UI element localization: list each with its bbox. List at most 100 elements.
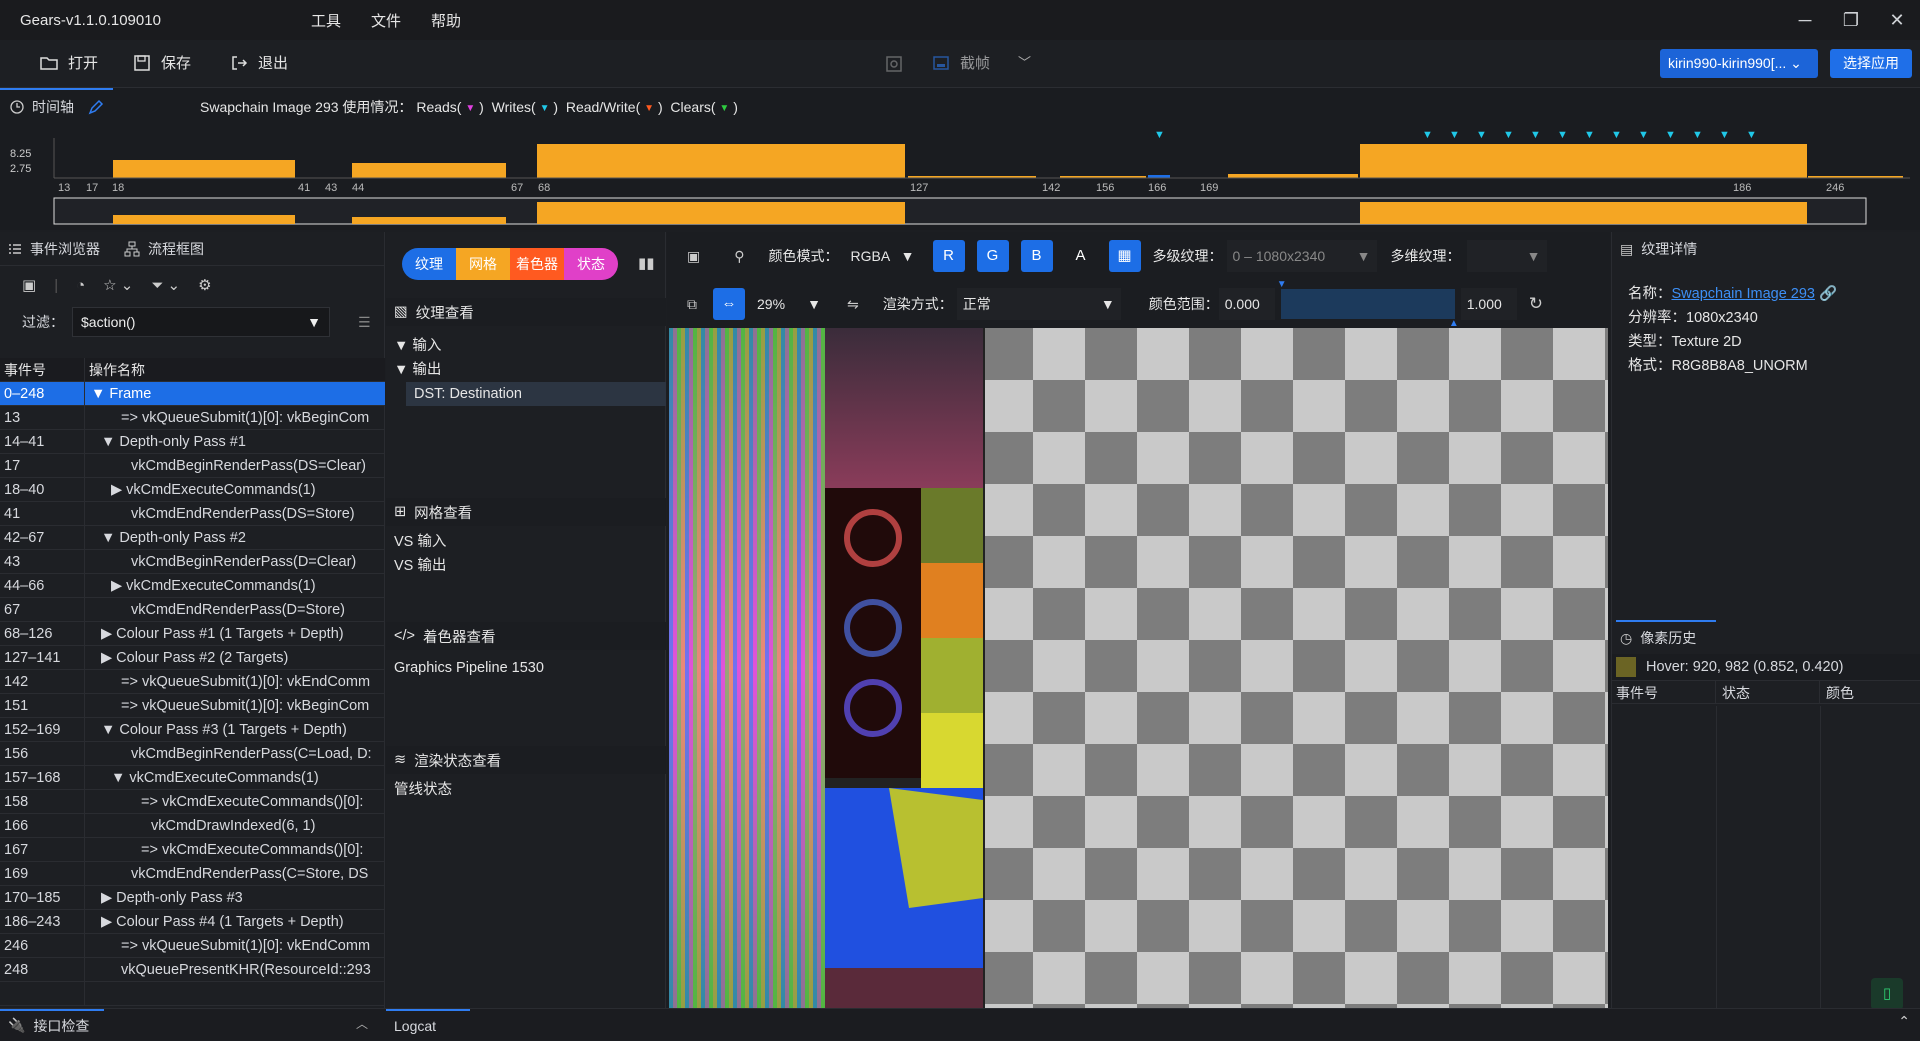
table-row[interactable]: 151 => vkQueueSubmit(1)[0]: vkBeginCom [0,694,385,718]
channel-a-toggle[interactable]: A [1065,240,1097,272]
exit-button[interactable]: 退出 [230,52,288,73]
state-view-header[interactable]: ≋ 渲染状态查看 [386,746,666,774]
write-marker[interactable]: ▼ [1154,129,1165,141]
tab-state[interactable]: 状态 [564,248,618,280]
screenshot-icon[interactable] [885,55,903,73]
write-marker[interactable]: ▼ [1530,129,1541,141]
mesh-view-header[interactable]: ⊞ 网格查看 [386,498,666,526]
chevron-down-icon[interactable]: ﹀ [1018,52,1031,71]
write-marker[interactable]: ▼ [1611,129,1622,141]
texture-canvas[interactable] [669,328,1608,1008]
channel-g-toggle[interactable]: G [976,240,1009,272]
write-marker[interactable]: ▼ [1719,129,1730,141]
tab-api-check[interactable]: 🔌 接口检查 [0,1009,104,1040]
save-texture-icon[interactable]: ▣ [687,248,700,265]
channel-r-toggle[interactable]: R [932,240,965,272]
table-row[interactable]: 246 => vkQueueSubmit(1)[0]: vkEndComm [0,934,385,958]
write-marker[interactable]: ▼ [1449,129,1460,141]
col-color[interactable]: 颜色 [1820,681,1920,703]
timeline-bar[interactable] [352,163,506,178]
link-icon[interactable]: 🔗 [1819,286,1837,302]
edit-icon[interactable] [88,99,104,115]
slice-select[interactable]: ▼ [1466,240,1547,272]
vs-input-item[interactable]: VS 输入 [386,530,666,554]
menu-tools[interactable]: 工具 [311,10,341,31]
flip-icon[interactable]: ⇋ [847,296,859,313]
timeline-bar[interactable] [1360,144,1807,178]
zoom-select[interactable]: 29% ▼ [751,288,827,320]
filter-settings-icon[interactable]: ☰ [358,314,371,331]
table-row[interactable]: 67 vkCmdEndRenderPass(D=Store) [0,598,385,622]
gauge-icon[interactable]: ◔ [76,277,85,294]
tab-mesh[interactable]: 网格 [456,248,510,280]
range-max-input[interactable]: 1.000 [1460,288,1517,320]
timeline-bar[interactable] [113,160,295,178]
output-node[interactable]: ▼ 输出 [386,358,666,382]
write-marker[interactable]: ▼ [1476,129,1487,141]
pipeline-state-item[interactable]: 管线状态 [386,778,666,802]
tab-flow-chart[interactable]: 流程框图 [124,239,204,259]
detail-name-link[interactable]: Swapchain Image 293 [1672,286,1816,302]
write-marker[interactable]: ▼ [1746,129,1757,141]
render-mode-select[interactable]: 正常 ▼ [956,288,1121,320]
write-marker[interactable]: ▼ [1584,129,1595,141]
restore-icon[interactable]: ❐ [1828,10,1874,31]
menu-file[interactable]: 文件 [371,10,401,31]
table-row[interactable]: 248 vkQueuePresentKHR(ResourceId::293 [0,958,385,982]
table-row[interactable]: 166 vkCmdDrawIndexed(6, 1) [0,814,385,838]
table-row[interactable]: 43 vkCmdBeginRenderPass(D=Clear) [0,550,385,574]
device-select[interactable]: kirin990-kirin990[... ⌄ [1660,49,1818,78]
minimize-icon[interactable]: ─ [1782,10,1828,31]
table-row[interactable]: 42–67 ▼ Depth-only Pass #2 [0,526,385,550]
table-row[interactable]: 158 => vkCmdExecuteCommands()[0]: [0,790,385,814]
input-node[interactable]: ▼ 输入 [386,334,666,358]
expand-up-icon[interactable]: ⌃ [1898,1013,1910,1030]
write-marker[interactable]: ▼ [1692,129,1703,141]
fit-1to1-icon[interactable]: ⧉ [687,296,697,313]
filter-input[interactable]: $action() ▼ [72,307,330,337]
write-marker[interactable]: ▼ [1665,129,1676,141]
col-event[interactable]: 事件号 [1612,681,1716,703]
checkerboard-toggle-icon[interactable]: ▦ [1108,240,1141,272]
reset-icon[interactable]: ↻ [1529,294,1543,314]
write-marker[interactable]: ▼ [1638,129,1649,141]
vs-output-item[interactable]: VS 输出 [386,554,666,578]
table-row[interactable]: 13 => vkQueueSubmit(1)[0]: vkBeginCom [0,406,385,430]
dst-destination-item[interactable]: DST: Destination [406,382,666,406]
table-row[interactable]: 152–169 ▼ Colour Pass #3 (1 Targets + Dep… [0,718,385,742]
save-button[interactable]: 保存 [133,52,191,73]
tab-event-browser[interactable]: 事件浏览器 [8,239,100,259]
write-marker[interactable]: ▼ [1557,129,1568,141]
dropdown-arrow-icon[interactable]: ▼ [307,314,321,330]
open-button[interactable]: 打开 [40,52,98,73]
table-row[interactable]: 44–66 ▶ vkCmdExecuteCommands(1) [0,574,385,598]
phone-icon[interactable]: ▯ [1871,978,1903,1010]
range-min-handle[interactable]: ▼ [1277,279,1287,290]
timeline-chart[interactable]: 8.25 2.75 ▼ ▼ ▼ ▼ ▼ ▼ ▼ ▼ ▼ ▼ ▼ ▼ ▼ ▼ 13… [0,118,1920,230]
close-icon[interactable]: ✕ [1874,10,1920,31]
pixel-history-header[interactable]: ◷ 像素历史 [1612,622,1920,654]
table-row[interactable]: 186–243 ▶ Colour Pass #4 (1 Targets + Dep… [0,910,385,934]
table-row[interactable]: 41 vkCmdEndRenderPass(DS=Store) [0,502,385,526]
timeline-bar[interactable] [537,144,905,178]
table-row[interactable]: 14–41 ▼ Depth-only Pass #1 [0,430,385,454]
table-row[interactable]: 167 => vkCmdExecuteCommands()[0]: [0,838,385,862]
table-row[interactable]: 170–185 ▶ Depth-only Pass #3 [0,886,385,910]
table-row[interactable]: 157–168 ▼ vkCmdExecuteCommands(1) [0,766,385,790]
tab-texture[interactable]: 纹理 [402,248,456,280]
table-row[interactable]: 127–141 ▶ Colour Pass #2 (2 Targets) [0,646,385,670]
write-marker[interactable]: ▼ [1503,129,1514,141]
fit-window-icon[interactable]: ⇔ [713,288,745,320]
star-icon[interactable]: ☆ ⌄ [103,276,133,294]
select-app-button[interactable]: 选择应用 [1830,49,1912,78]
pipeline-item[interactable]: Graphics Pipeline 1530 [386,656,666,680]
table-row[interactable]: 17 vkCmdBeginRenderPass(DS=Clear) [0,454,385,478]
table-row[interactable]: 156 vkCmdBeginRenderPass(C=Load, D: [0,742,385,766]
capture-frame-button[interactable]: 截帧 [932,52,990,73]
tab-shader[interactable]: 着色器 [510,248,564,280]
col-state[interactable]: 状态 [1716,681,1820,703]
save-icon[interactable]: ▣ [22,276,36,294]
color-mode-select[interactable]: RGBA ▼ [845,240,921,272]
range-min-input[interactable]: 0.000 [1218,288,1275,320]
timeline-bar[interactable] [1228,174,1358,178]
